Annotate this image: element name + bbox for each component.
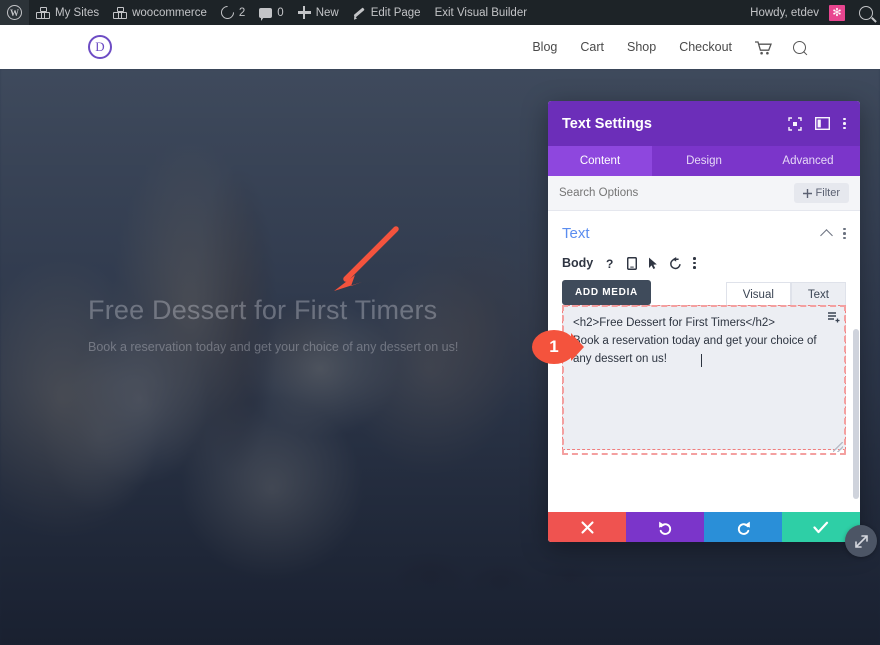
admin-bar-label-new: New — [315, 6, 339, 19]
checkmark-icon — [813, 521, 829, 533]
svg-text:?: ? — [606, 257, 613, 270]
hero-paragraph: Book a reservation today and get your ch… — [88, 340, 459, 355]
admin-bar-item-comments[interactable]: 0 — [252, 0, 290, 25]
editor-tab-visual[interactable]: Visual — [725, 282, 791, 306]
admin-bar-search-button[interactable] — [852, 0, 880, 25]
admin-bar-count-updates: 2 — [238, 6, 246, 19]
section-icons — [820, 227, 846, 242]
admin-bar-item-woocommerce[interactable]: woocommerce — [106, 0, 214, 25]
howdy-label: Howdy, etdev — [750, 6, 819, 19]
editor-toolbar: ADD MEDIA Visual Text — [562, 280, 846, 306]
admin-bar-count-comments: 0 — [277, 6, 284, 19]
content-textarea[interactable] — [562, 305, 846, 450]
nav-item-blog[interactable]: Blog — [532, 40, 557, 54]
section-title: Text — [562, 225, 590, 242]
wordpress-logo-icon: W — [7, 5, 22, 20]
search-options-row: Filter — [548, 176, 860, 211]
admin-bar-item-edit-page[interactable]: Edit Page — [346, 0, 428, 25]
admin-bar-item-exit-visual-builder[interactable]: Exit Visual Builder — [428, 0, 534, 25]
admin-bar-account-menu[interactable]: Howdy, etdev ✻ — [743, 0, 852, 25]
divi-logo-icon[interactable]: D — [88, 35, 112, 59]
nav-item-shop[interactable]: Shop — [627, 40, 656, 54]
focus-target-icon[interactable] — [788, 116, 803, 131]
comments-icon — [259, 7, 273, 21]
undo-icon — [658, 521, 671, 535]
admin-bar-label-edit-page: Edit Page — [370, 6, 421, 19]
chevron-up-icon[interactable] — [820, 228, 834, 242]
admin-bar-item-updates[interactable]: 2 — [214, 0, 252, 25]
admin-bar-label-woocommerce: woocommerce — [132, 6, 207, 19]
editor-tab-text[interactable]: Text — [790, 282, 846, 306]
tab-content[interactable]: Content — [548, 146, 652, 176]
plus-icon — [802, 188, 812, 198]
body-label: Body — [562, 256, 594, 270]
modal-tabs: Content Design Advanced — [548, 146, 860, 176]
body-option-row: Body ? — [562, 256, 846, 270]
woocommerce-icon — [113, 6, 128, 19]
modal-header[interactable]: Text Settings — [548, 101, 860, 146]
pencil-icon — [353, 6, 366, 19]
text-cursor — [701, 354, 702, 367]
modal-header-icons — [788, 116, 846, 131]
modal-footer — [548, 512, 860, 542]
panel-layout-icon[interactable] — [815, 117, 831, 130]
add-list-icon[interactable] — [827, 310, 841, 329]
editor-mode-tabs: Visual Text — [725, 281, 846, 306]
plus-icon — [297, 6, 311, 19]
wordpress-logo-menu[interactable]: W — [0, 0, 29, 25]
help-icon[interactable]: ? — [604, 257, 616, 270]
hero-heading: Free Dessert for First Timers — [88, 295, 438, 325]
more-options-icon[interactable] — [843, 117, 846, 130]
nav-item-cart[interactable]: Cart — [580, 40, 604, 54]
body-more-options-icon[interactable] — [693, 257, 696, 269]
search-options-input[interactable] — [559, 187, 794, 199]
filter-label: Filter — [815, 187, 840, 199]
hover-cursor-icon[interactable] — [648, 257, 658, 270]
redo-icon — [737, 521, 750, 535]
admin-bar-item-my-sites[interactable]: My Sites — [29, 0, 106, 25]
tab-design[interactable]: Design — [652, 146, 756, 176]
editor-textarea-wrapper — [562, 305, 846, 455]
redo-button[interactable] — [704, 512, 782, 542]
tab-advanced[interactable]: Advanced — [756, 146, 860, 176]
modal-resize-handle[interactable] — [845, 525, 877, 557]
responsive-device-icon[interactable] — [627, 256, 638, 270]
site-navigation: Blog Cart Shop Checkout — [532, 37, 809, 57]
undo-button[interactable] — [626, 512, 704, 542]
section-more-options-icon[interactable] — [843, 227, 846, 240]
modal-scroll-content: Text Body ? ADD MEDIA Visual Text <h2>Fr… — [548, 211, 860, 455]
modal-body: Text Body ? ADD MEDIA Visual Text <h2>Fr… — [548, 211, 860, 512]
sites-icon — [36, 6, 50, 19]
admin-bar-item-new[interactable]: New — [291, 0, 346, 25]
screen-root: W My Sites woocommerce 2 0 New Edit Page… — [0, 0, 880, 645]
resize-diagonal-icon — [854, 534, 868, 548]
wp-admin-bar: W My Sites woocommerce 2 0 New Edit Page… — [0, 0, 880, 25]
modal-title: Text Settings — [562, 115, 652, 132]
textarea-resize-grip[interactable] — [833, 442, 843, 452]
admin-bar-label-my-sites: My Sites — [55, 6, 100, 19]
close-x-icon — [580, 520, 594, 534]
admin-bar-label-exit-visual-builder: Exit Visual Builder — [434, 6, 528, 19]
updates-icon — [218, 3, 237, 22]
filter-button[interactable]: Filter — [793, 183, 849, 203]
text-settings-modal: Text Settings Content Design Advanced Se… — [548, 101, 860, 542]
site-header: D Blog Cart Shop Checkout — [0, 25, 880, 69]
cancel-button[interactable] — [548, 512, 626, 542]
shopping-cart-icon[interactable] — [755, 41, 772, 55]
search-icon — [859, 5, 873, 20]
section-header-text: Text — [562, 225, 846, 242]
avatar: ✻ — [829, 4, 845, 21]
hero-text-module[interactable]: Free Dessert for First Timers Book a res… — [88, 294, 508, 357]
modal-scrollbar[interactable] — [853, 329, 859, 499]
add-media-button[interactable]: ADD MEDIA — [562, 280, 651, 305]
nav-item-checkout[interactable]: Checkout — [679, 40, 732, 54]
reset-icon[interactable] — [669, 256, 682, 270]
site-search-icon[interactable] — [790, 37, 809, 57]
